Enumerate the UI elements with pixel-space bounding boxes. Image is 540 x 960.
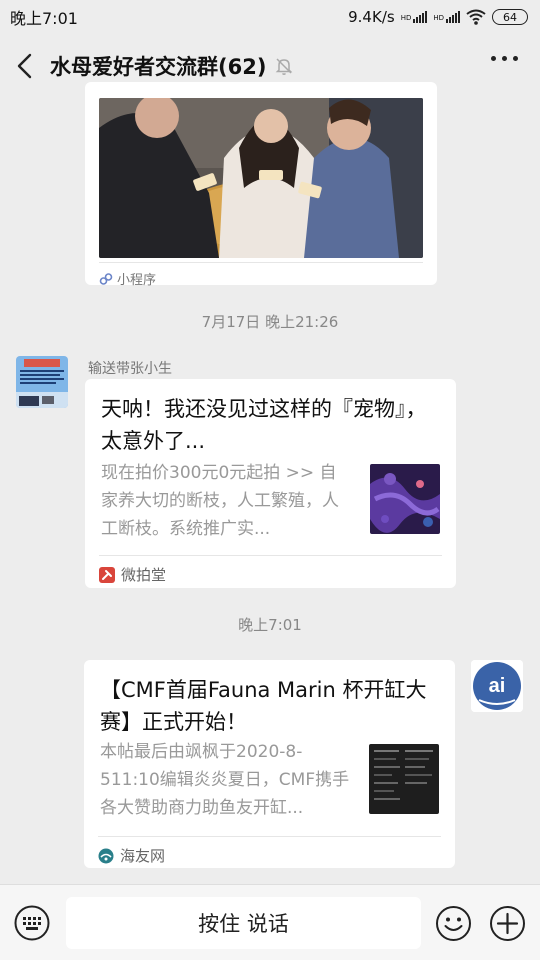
- weipaitang-icon: [99, 566, 115, 583]
- haiyouwang-icon: [98, 848, 114, 863]
- link-thumbnail: [370, 464, 440, 534]
- mini-program-photo: [99, 98, 423, 258]
- hold-to-talk-button[interactable]: 按住 说话: [66, 897, 421, 949]
- back-button[interactable]: [0, 34, 50, 98]
- avatar[interactable]: ai: [471, 660, 523, 712]
- status-time: 晚上7:01: [10, 9, 78, 28]
- timestamp: 7月17日 晚上21:26: [201, 313, 339, 331]
- chevron-left-icon: [17, 53, 32, 79]
- bell-off-icon: [276, 58, 293, 75]
- mini-program-icon: [99, 272, 113, 285]
- link-source: 海友网: [98, 836, 441, 866]
- link-description: 现在拍价300元0元起拍 >> 自家养大切的断枝，人工繁殖，人工断枝。系统推广实…: [101, 463, 339, 539]
- link-title: 天呐！我还没见过这样的『宠物』，太意外了...: [101, 397, 427, 453]
- link-title: 【CMF首届Fauna Marin 杯开缸大赛】正式开始！: [100, 678, 427, 734]
- emoji-button[interactable]: [435, 905, 472, 942]
- network-speed: 9.4K/s: [348, 8, 395, 26]
- signal-2-icon: HD: [433, 11, 460, 23]
- link-thumbnail: [369, 744, 439, 814]
- signal-1-icon: HD: [401, 11, 428, 23]
- source-label: 海友网: [120, 847, 166, 865]
- ellipsis-icon: [491, 56, 496, 61]
- sender-name: 输送带张小生: [88, 361, 172, 377]
- avatar-text: ai: [489, 675, 506, 697]
- plus-icon: [490, 906, 525, 941]
- mini-program-footer: 小程序: [99, 262, 423, 288]
- smiley-icon: [436, 906, 471, 941]
- chat-title: 水母爱好者交流群(62): [50, 55, 267, 79]
- wifi-icon: [466, 9, 486, 25]
- timestamp: 晚上7:01: [238, 616, 302, 634]
- battery-icon: 64: [492, 9, 528, 25]
- avatar[interactable]: [16, 356, 68, 408]
- more-actions-button[interactable]: [489, 905, 526, 942]
- link-card-message[interactable]: 【CMF首届Fauna Marin 杯开缸大赛】正式开始！ 本帖最后由飒枫于20…: [84, 660, 455, 868]
- keyboard-toggle-button[interactable]: [14, 905, 50, 941]
- link-source: 微拍堂: [99, 555, 442, 585]
- status-bar: 晚上7:01 9.4K/s HD HD 64: [0, 0, 540, 34]
- keyboard-icon: [14, 905, 50, 941]
- mini-program-label: 小程序: [117, 273, 157, 288]
- mini-program-card[interactable]: 小程序: [85, 82, 437, 288]
- link-description: 本帖最后由飒枫于2020-8-511:10编辑炎炎夏日，CMF携手各大赞助商力助…: [100, 742, 350, 818]
- more-button[interactable]: [491, 56, 518, 61]
- link-card-message[interactable]: 天呐！我还没见过这样的『宠物』，太意外了... 现在拍价300元0元起拍 >> …: [85, 379, 456, 588]
- source-label: 微拍堂: [121, 566, 167, 584]
- input-bar: 按住 说话: [0, 884, 540, 960]
